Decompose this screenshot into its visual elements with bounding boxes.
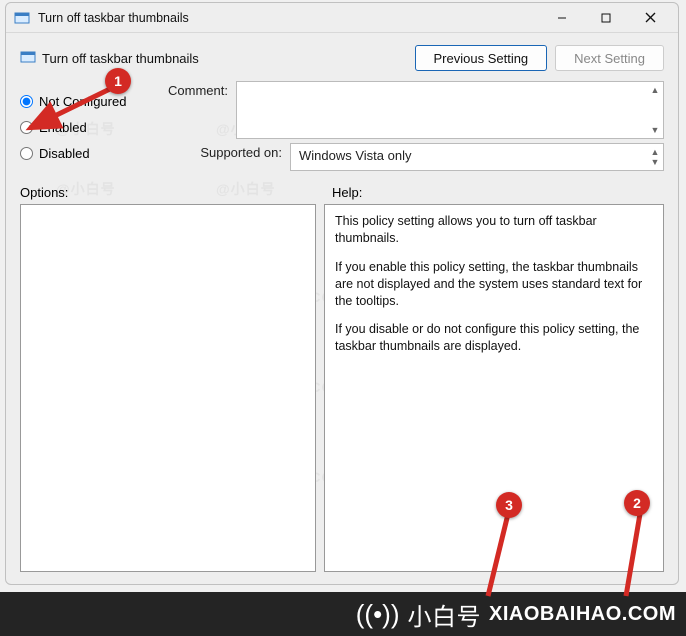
radio-not-configured-label: Not Configured [39,94,126,109]
help-text-1: This policy setting allows you to turn o… [335,213,653,247]
minimize-button[interactable] [540,4,584,32]
comment-row: Comment: ▲ ▼ [160,81,664,139]
scroll-up-icon[interactable]: ▲ [647,82,663,98]
supported-label: Supported on: [160,143,290,160]
radio-disabled-input[interactable] [20,147,33,160]
window-controls [540,4,672,32]
options-pane [20,204,316,572]
watermark-brand: 小白号 [408,597,482,632]
lower-labels: Options: Help: [14,181,670,204]
annotation-badge-1: 1 [105,68,131,94]
policy-subtitle-text: Turn off taskbar thumbnails [42,51,199,66]
radio-not-configured[interactable]: Not Configured [20,94,150,109]
radio-column: Not Configured Enabled Disabled [20,81,150,175]
radio-enabled-input[interactable] [20,121,33,134]
supported-row: Supported on: Windows Vista only ▲ ▼ [160,143,664,171]
config-area: Not Configured Enabled Disabled Comment:… [14,81,670,175]
policy-editor-window: XIAOBAIHAO.COM XIAOBAIHAO.COM XIAOBAIHAO… [5,2,679,585]
scroll-down-icon[interactable]: ▼ [647,154,663,170]
policy-icon [20,49,36,68]
annotation-badge-2: 2 [624,490,650,516]
help-pane: This policy setting allows you to turn o… [324,204,664,572]
supported-value: Windows Vista only [291,144,663,167]
right-column: Comment: ▲ ▼ Supported on: Windows Vista… [160,81,664,175]
close-button[interactable] [628,4,672,32]
supported-textbox: Windows Vista only ▲ ▼ [290,143,664,171]
radio-disabled[interactable]: Disabled [20,146,150,161]
window-title: Turn off taskbar thumbnails [38,11,540,25]
watermark-bar: ((•)) 小白号 XIAOBAIHAO.COM [0,592,686,636]
help-text-3: If you disable or do not configure this … [335,321,653,355]
broadcast-icon: ((•)) [356,599,400,630]
watermark-url: XIAOBAIHAO.COM [489,603,676,626]
lower-panes: This policy setting allows you to turn o… [14,204,670,578]
annotation-badge-3: 3 [496,492,522,518]
radio-enabled-label: Enabled [39,120,87,135]
comment-label: Comment: [160,81,236,98]
options-label: Options: [20,185,322,200]
scroll-down-icon[interactable]: ▼ [647,122,663,138]
radio-not-configured-input[interactable] [20,95,33,108]
next-setting-button[interactable]: Next Setting [555,45,664,71]
previous-setting-button[interactable]: Previous Setting [415,45,548,71]
radio-enabled[interactable]: Enabled [20,120,150,135]
policy-subtitle: Turn off taskbar thumbnails [20,49,407,68]
app-icon [14,10,30,26]
help-label: Help: [332,185,362,200]
help-text-2: If you enable this policy setting, the t… [335,259,653,310]
maximize-button[interactable] [584,4,628,32]
titlebar: Turn off taskbar thumbnails [6,3,678,33]
content-area: Turn off taskbar thumbnails Previous Set… [6,33,678,584]
radio-disabled-label: Disabled [39,146,90,161]
comment-textbox[interactable]: ▲ ▼ [236,81,664,139]
